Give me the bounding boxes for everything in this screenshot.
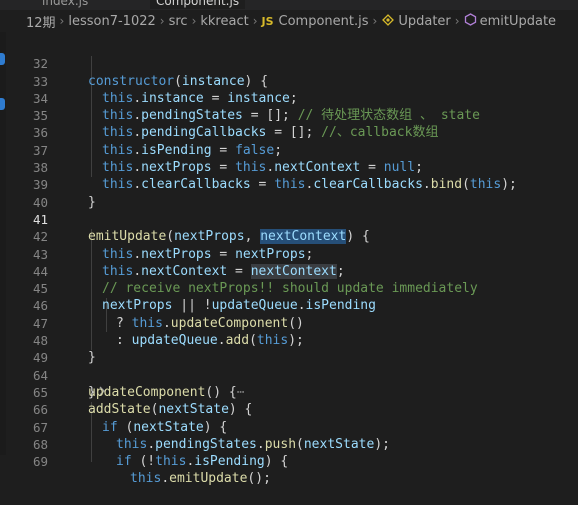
code-line[interactable]: 36 this.isPending = false;: [0, 107, 578, 157]
chevron-right-icon: ›: [159, 14, 165, 28]
code-editor[interactable]: 32 constructor(instance) { 33 this.insta…: [0, 38, 578, 486]
breadcrumb-item[interactable]: src: [169, 14, 188, 29]
code-line[interactable]: 34 this.pendingStates = []; // 待处理状态数组 、…: [0, 73, 578, 123]
code-line[interactable]: 68 if (!this.isPending) {: [0, 419, 578, 469]
js-file-icon: JS: [261, 14, 274, 28]
code-line[interactable]: 35 this.pendingCallbacks = []; //、callba…: [0, 90, 578, 140]
code-text: if (!this.isPending) {: [116, 454, 289, 470]
code-line[interactable]: 32 constructor(instance) {: [0, 38, 578, 88]
breadcrumb: 12期 › lesson7-1022 › src › kkreact › JS …: [0, 10, 578, 32]
code-line[interactable]: 38 this.clearCallbacks = this.clearCallb…: [0, 142, 578, 192]
code-line-current[interactable]: 41 emitUpdate(nextProps, nextContext) {: [0, 194, 578, 245]
code-line[interactable]: 43 this.nextContext = nextContext;: [0, 228, 578, 279]
code-line[interactable]: 48 }: [0, 315, 578, 365]
code-line[interactable]: 45 nextProps || !updateQueue.isPending: [0, 263, 578, 313]
chevron-right-icon: ›: [454, 14, 460, 28]
tab-strip: index.js Component.js: [0, 0, 578, 10]
chevron-right-icon: ›: [191, 14, 197, 28]
code-line[interactable]: 47 : updateQueue.add(this);: [0, 297, 578, 348]
line-number: 69: [32, 454, 48, 470]
code-line[interactable]: 40: [0, 176, 578, 210]
breadcrumb-file[interactable]: Component.js: [279, 14, 369, 29]
breadcrumb-item[interactable]: kkreact: [200, 14, 248, 29]
breadcrumb-symbol-updater[interactable]: Updater: [398, 14, 450, 29]
code-line[interactable]: 33 this.instance = instance;: [0, 55, 578, 106]
code-line[interactable]: 66 if (nextState) {: [0, 384, 578, 434]
breadcrumb-item[interactable]: lesson7-1022: [68, 14, 155, 29]
code-text: this.emitUpdate();: [130, 471, 271, 487]
class-symbol-icon: [381, 13, 395, 29]
code-line-folded[interactable]: 49 updateComponent() {⋯: [0, 332, 578, 400]
breadcrumb-item[interactable]: 12期: [26, 12, 56, 31]
breadcrumb-symbol-emitupdate[interactable]: emitUpdate: [480, 14, 556, 29]
code-line[interactable]: 46 ? this.updateComponent(): [0, 280, 578, 330]
chevron-right-icon: ›: [372, 14, 378, 28]
code-line[interactable]: 65 addState(nextState) {: [0, 367, 578, 417]
method-symbol-icon: [464, 13, 477, 29]
code-line[interactable]: 64 }: [0, 349, 578, 400]
tab-component-js[interactable]: Component.js: [150, 0, 246, 9]
code-line[interactable]: 37 this.nextProps = this.nextContext = n…: [0, 124, 578, 175]
chevron-right-icon: ›: [252, 14, 258, 28]
code-line[interactable]: 67 this.pendingStates.push(nextState);: [0, 401, 578, 452]
code-line[interactable]: 42 this.nextProps = nextProps;: [0, 211, 578, 261]
code-line[interactable]: 44 // receive nextProps!! should update …: [0, 246, 578, 296]
chevron-right-icon: ›: [59, 14, 65, 28]
code-line[interactable]: 39 }: [0, 159, 578, 209]
tab-index-js[interactable]: index.js: [42, 0, 88, 9]
code-line[interactable]: 69 this.emitUpdate();: [0, 436, 578, 486]
